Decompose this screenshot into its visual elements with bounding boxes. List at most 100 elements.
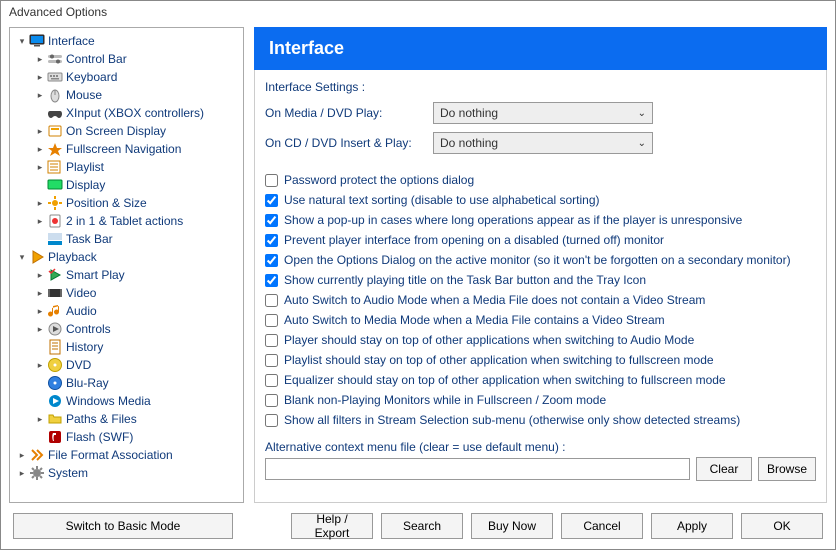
tree-item[interactable]: ▸ Mouse — [12, 86, 241, 104]
chevron-right-icon[interactable]: ▸ — [34, 288, 46, 299]
tree-item[interactable]: ▸ Keyboard — [12, 68, 241, 86]
checkbox[interactable] — [265, 274, 278, 287]
chevron-right-icon[interactable]: ▸ — [34, 306, 46, 317]
bottom-bar: Switch to Basic Mode Help / Export Searc… — [1, 503, 835, 549]
position-icon — [47, 195, 63, 211]
checkbox-row[interactable]: Auto Switch to Audio Mode when a Media F… — [265, 290, 816, 310]
checkbox[interactable] — [265, 354, 278, 367]
tree-item-label: Smart Play — [66, 268, 125, 282]
chevron-right-icon[interactable]: ▸ — [34, 324, 46, 335]
checkbox[interactable] — [265, 194, 278, 207]
ok-button[interactable]: OK — [741, 513, 823, 539]
paths-icon — [47, 411, 63, 427]
checkbox-label: Show all filters in Stream Selection sub… — [284, 413, 740, 427]
tree-item[interactable]: ▸DVD — [12, 356, 241, 374]
tree-item[interactable]: ▸Video — [12, 284, 241, 302]
checkbox-row[interactable]: Show all filters in Stream Selection sub… — [265, 410, 816, 430]
chevron-right-icon[interactable]: ▸ — [16, 450, 28, 461]
tree-item[interactable]: ▾Interface — [12, 32, 241, 50]
chevron-right-icon[interactable]: ▸ — [34, 72, 46, 83]
settings-scroll[interactable]: Interface Settings : On Media / DVD Play… — [254, 70, 827, 503]
checkbox-row[interactable]: Blank non-Playing Monitors while in Full… — [265, 390, 816, 410]
tree-item[interactable]: XInput (XBOX controllers) — [12, 104, 241, 122]
tree-item[interactable]: ▸On Screen Display — [12, 122, 241, 140]
chevron-right-icon[interactable]: ▸ — [34, 360, 46, 371]
buy-now-button[interactable]: Buy Now — [471, 513, 553, 539]
checkbox[interactable] — [265, 214, 278, 227]
apply-button[interactable]: Apply — [651, 513, 733, 539]
help-export-button[interactable]: Help / Export — [291, 513, 373, 539]
checkbox-row[interactable]: Playlist should stay on top of other app… — [265, 350, 816, 370]
checkbox[interactable] — [265, 254, 278, 267]
chevron-right-icon[interactable]: ▸ — [34, 270, 46, 281]
fileassoc-icon — [29, 447, 45, 463]
search-button[interactable]: Search — [381, 513, 463, 539]
tree-item[interactable]: Flash (SWF) — [12, 428, 241, 446]
checkbox-row[interactable]: Password protect the options dialog — [265, 170, 816, 190]
tree-item[interactable]: ▸2 in 1 & Tablet actions — [12, 212, 241, 230]
tree-item[interactable]: Task Bar — [12, 230, 241, 248]
tree-item[interactable]: History — [12, 338, 241, 356]
checkbox[interactable] — [265, 314, 278, 327]
checkbox-row[interactable]: Prevent player interface from opening on… — [265, 230, 816, 250]
tree-item-label: Playback — [48, 250, 97, 264]
checkbox[interactable] — [265, 174, 278, 187]
tree-item[interactable]: ▸Audio — [12, 302, 241, 320]
clear-button[interactable]: Clear — [696, 457, 752, 481]
tree-item-label: Position & Size — [66, 196, 147, 210]
tree-item[interactable]: ▾ Playback — [12, 248, 241, 266]
tree-item[interactable]: ▸File Format Association — [12, 446, 241, 464]
tree-item[interactable]: ▸Control Bar — [12, 50, 241, 68]
settings-subheading: Interface Settings : — [265, 80, 816, 94]
tree-item[interactable]: Windows Media — [12, 392, 241, 410]
alt-menu-input[interactable] — [265, 458, 690, 480]
chevron-right-icon[interactable]: ▸ — [34, 414, 46, 425]
tree-item-label: Keyboard — [66, 70, 117, 84]
checkbox-row[interactable]: Player should stay on top of other appli… — [265, 330, 816, 350]
tree-item[interactable]: ▸Controls — [12, 320, 241, 338]
browse-button[interactable]: Browse — [758, 457, 816, 481]
nav-tree[interactable]: ▾Interface▸Control Bar▸Keyboard▸MouseXIn… — [9, 27, 244, 503]
chevron-right-icon[interactable]: ▸ — [34, 54, 46, 65]
checkbox-row[interactable]: Use natural text sorting (disable to use… — [265, 190, 816, 210]
tree-item[interactable]: ▸Fullscreen Navigation — [12, 140, 241, 158]
tree-item[interactable]: ▸Paths & Files — [12, 410, 241, 428]
chevron-right-icon[interactable]: ▸ — [34, 198, 46, 209]
tree-item[interactable]: Blu-Ray — [12, 374, 241, 392]
checkbox[interactable] — [265, 414, 278, 427]
tablet-icon — [47, 213, 63, 229]
tree-item[interactable]: ▸Playlist — [12, 158, 241, 176]
tree-item[interactable]: ▸ Smart Play — [12, 266, 241, 284]
switch-basic-button[interactable]: Switch to Basic Mode — [13, 513, 233, 539]
nav-icon — [47, 141, 63, 157]
monitor-icon — [29, 33, 45, 49]
osd-icon — [47, 123, 63, 139]
checkbox-row[interactable]: Open the Options Dialog on the active mo… — [265, 250, 816, 270]
chevron-right-icon[interactable]: ▸ — [34, 126, 46, 137]
chevron-right-icon[interactable]: ▸ — [34, 144, 46, 155]
checkbox[interactable] — [265, 234, 278, 247]
tree-item[interactable]: ▸System — [12, 464, 241, 482]
checkbox-row[interactable]: Equalizer should stay on top of other ap… — [265, 370, 816, 390]
chevron-down-icon: ⌄ — [638, 108, 646, 119]
checkbox[interactable] — [265, 374, 278, 387]
checkbox-row[interactable]: Show currently playing title on the Task… — [265, 270, 816, 290]
dropdown[interactable]: Do nothing⌄ — [433, 132, 653, 154]
checkbox-row[interactable]: Auto Switch to Media Mode when a Media F… — [265, 310, 816, 330]
playlist-icon — [47, 159, 63, 175]
checkbox[interactable] — [265, 294, 278, 307]
dropdown[interactable]: Do nothing⌄ — [433, 102, 653, 124]
chevron-down-icon[interactable]: ▾ — [16, 36, 28, 47]
checkbox[interactable] — [265, 394, 278, 407]
chevron-right-icon[interactable]: ▸ — [16, 468, 28, 479]
tree-item-label: Mouse — [66, 88, 102, 102]
checkbox-row[interactable]: Show a pop-up in cases where long operat… — [265, 210, 816, 230]
chevron-right-icon[interactable]: ▸ — [34, 216, 46, 227]
cancel-button[interactable]: Cancel — [561, 513, 643, 539]
tree-item[interactable]: Display — [12, 176, 241, 194]
chevron-right-icon[interactable]: ▸ — [34, 162, 46, 173]
checkbox[interactable] — [265, 334, 278, 347]
chevron-right-icon[interactable]: ▸ — [34, 90, 46, 101]
chevron-down-icon[interactable]: ▾ — [16, 252, 28, 263]
tree-item[interactable]: ▸ Position & Size — [12, 194, 241, 212]
